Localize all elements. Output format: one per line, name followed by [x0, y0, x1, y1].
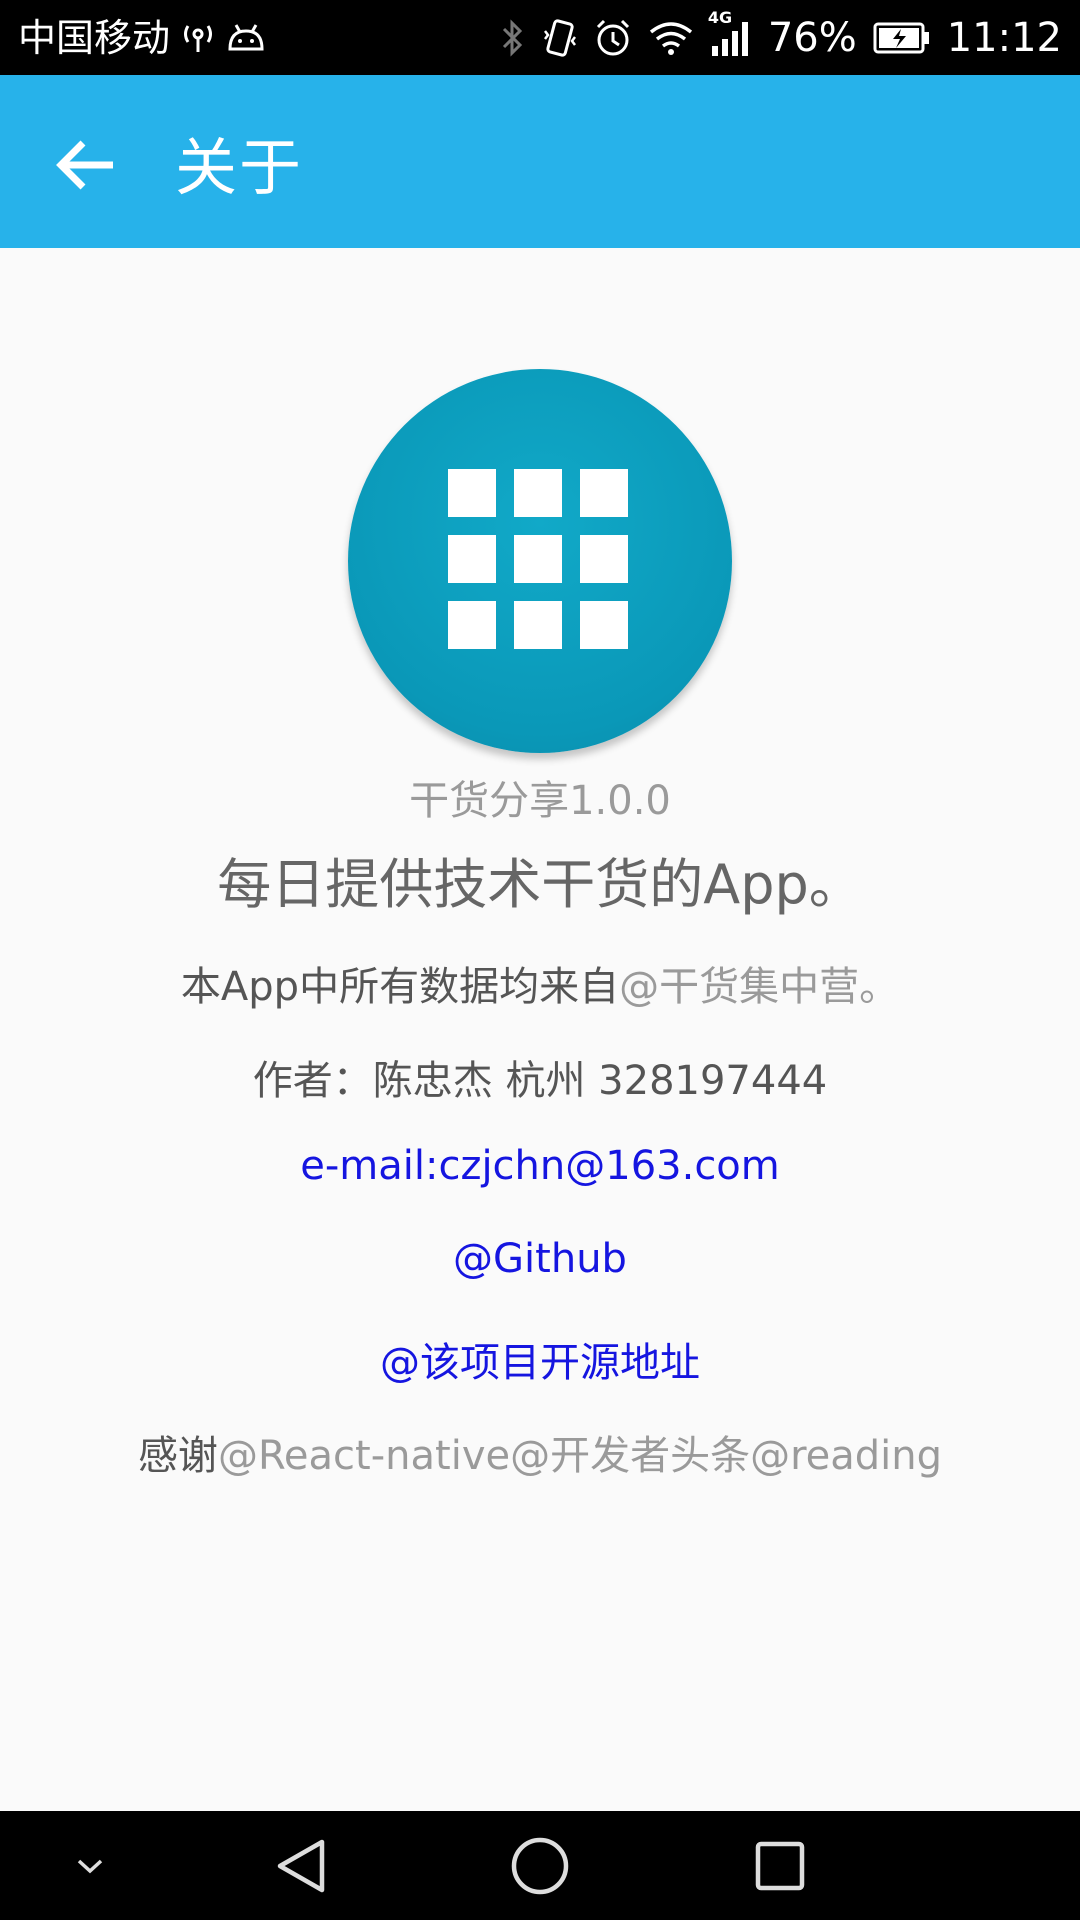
- nav-home-button[interactable]: [495, 1811, 585, 1920]
- chevron-down-icon: [77, 1859, 103, 1873]
- data-source-text: 本App中所有数据均来自@干货集中营。: [0, 954, 1080, 1012]
- app-slogan: 每日提供技术干货的App。: [217, 853, 863, 916]
- battery-percent: 76%: [767, 14, 857, 61]
- thanks-prefix: 感谢: [137, 1433, 218, 1479]
- carrier-label: 中国移动: [18, 15, 171, 60]
- github-link[interactable]: @Github: [0, 1236, 1080, 1282]
- data-source-link[interactable]: @干货集中营。: [619, 964, 899, 1010]
- app-version: 干货分享1.0.0: [409, 778, 671, 824]
- status-left: 中国移动: [18, 0, 266, 75]
- arrow-left-icon: [56, 140, 113, 190]
- network-type-label: 4G: [707, 7, 733, 27]
- nav-recents-button[interactable]: [735, 1811, 825, 1920]
- author-info: 作者：陈忠杰 杭州 328197444: [252, 1058, 828, 1104]
- status-right: 4G 76% 11:12: [500, 0, 1062, 75]
- nav-back-button[interactable]: [255, 1811, 345, 1920]
- app-logo: [348, 369, 732, 753]
- alarm-icon: [594, 18, 632, 58]
- thanks-list: @React-native@开发者头条@reading: [217, 1433, 943, 1479]
- home-circle-icon: [511, 1837, 569, 1894]
- clock-time: 11:12: [946, 14, 1062, 61]
- thanks-text: 感谢@React-native@开发者头条@reading: [0, 1423, 1080, 1481]
- bluetooth-icon: [500, 18, 526, 58]
- recents-square-icon: [755, 1841, 805, 1890]
- back-triangle-icon: [277, 1839, 325, 1892]
- vibrate-icon: [542, 17, 578, 59]
- email-link[interactable]: e-mail:czjchn@163.com: [0, 1143, 1080, 1189]
- hotspot-icon: [180, 20, 216, 56]
- signal-indicator: 4G: [708, 9, 752, 58]
- status-bar: 中国移动 4G 76% 11:12: [0, 0, 1080, 75]
- back-button[interactable]: [40, 120, 130, 210]
- android-icon: [226, 21, 266, 55]
- wifi-icon: [648, 20, 694, 56]
- about-content: 干货分享1.0.0 每日提供技术干货的App。 本App中所有数据均来自@干货集…: [0, 248, 1080, 1811]
- app-bar: 关于: [0, 75, 1080, 248]
- grid-icon: [448, 469, 628, 649]
- navigation-bar: [0, 1811, 1080, 1920]
- page-title: 关于: [175, 130, 304, 204]
- hide-nav-button[interactable]: [55, 1811, 125, 1920]
- data-source-prefix: 本App中所有数据均来自: [180, 964, 620, 1010]
- repo-link[interactable]: @该项目开源地址: [0, 1330, 1080, 1388]
- battery-icon: [873, 21, 931, 55]
